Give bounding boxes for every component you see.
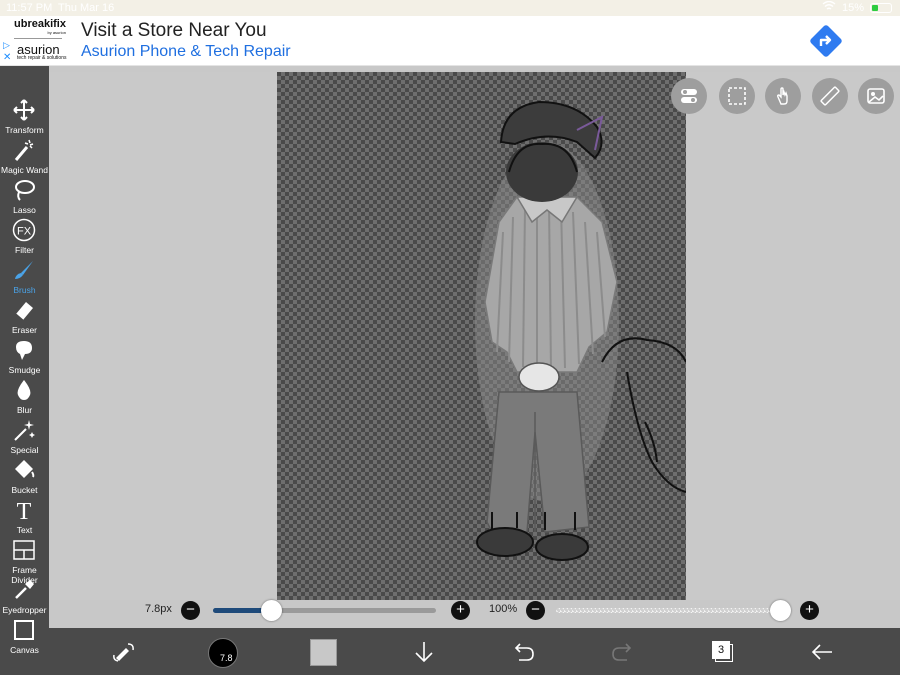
layer-settings-button[interactable] bbox=[671, 78, 707, 114]
character-artwork bbox=[475, 100, 686, 561]
tool-blur[interactable]: Blur bbox=[0, 376, 49, 416]
tool-label: Smudge bbox=[8, 365, 41, 375]
tool-label: Eraser bbox=[11, 325, 38, 335]
selection-button[interactable] bbox=[719, 78, 755, 114]
svg-text:T: T bbox=[17, 499, 32, 522]
ad-brand-divider bbox=[14, 38, 62, 39]
ad-close-icon[interactable]: ✕ bbox=[3, 52, 11, 63]
hand-tool-button[interactable] bbox=[765, 78, 801, 114]
download-arrow-icon[interactable] bbox=[410, 638, 438, 666]
eyedropper-icon bbox=[15, 580, 34, 599]
bucket-icon bbox=[15, 460, 35, 478]
tool-eyedropper[interactable]: Eyedropper bbox=[0, 576, 49, 616]
sparkle-wand-icon bbox=[14, 420, 35, 441]
tool-eraser[interactable]: Eraser bbox=[0, 296, 49, 336]
tool-smudge[interactable]: Smudge bbox=[0, 336, 49, 376]
opacity-slider-handle[interactable] bbox=[770, 600, 791, 621]
brush-eraser-swap-icon[interactable] bbox=[110, 638, 138, 666]
tool-filter[interactable]: FX Filter bbox=[0, 216, 49, 256]
ad-brand-logo: ubreakifix by asurion bbox=[14, 18, 66, 35]
smudge-icon bbox=[16, 341, 32, 360]
canvas-icon bbox=[14, 620, 34, 640]
hand-pointer-icon bbox=[776, 87, 788, 105]
ad-secondary-logo: asurion tech repair & solutions bbox=[17, 42, 67, 61]
brush-size-label: 7.8px bbox=[145, 603, 172, 615]
brush-preview-label: 7.8 bbox=[220, 653, 233, 663]
brush-icon bbox=[15, 261, 33, 279]
status-date: Thu Mar 16 bbox=[58, 2, 115, 14]
brush-size-decrease-button[interactable]: − bbox=[181, 601, 200, 620]
opacity-increase-button[interactable]: + bbox=[800, 601, 819, 620]
tool-special[interactable]: Special bbox=[0, 416, 49, 456]
tool-label: Blur bbox=[16, 405, 33, 415]
ad-choices-icon[interactable]: ▷ bbox=[3, 40, 10, 51]
battery-percent: 15% bbox=[841, 1, 864, 14]
text-icon: T bbox=[17, 499, 32, 522]
lasso-icon bbox=[15, 180, 35, 201]
tool-label: Filter bbox=[15, 245, 34, 255]
ad-subline[interactable]: Asurion Phone & Tech Repair bbox=[81, 43, 291, 61]
tool-label: Bucket bbox=[11, 485, 38, 495]
tool-transform[interactable]: Transform bbox=[0, 96, 49, 136]
frame-divider-icon bbox=[13, 540, 35, 560]
status-time: 11:57 PM bbox=[6, 2, 53, 14]
bottom-toolbar bbox=[49, 628, 900, 675]
tool-label: Transform bbox=[5, 125, 44, 135]
opacity-label: 100% bbox=[489, 603, 518, 615]
drop-icon bbox=[17, 380, 31, 400]
eraser-icon bbox=[15, 302, 33, 321]
material-button[interactable] bbox=[858, 78, 894, 114]
ruler-icon bbox=[820, 86, 840, 106]
tool-label: Canvas bbox=[10, 645, 39, 655]
brush-preview-button[interactable]: 7.8 bbox=[208, 638, 238, 668]
marquee-select-icon bbox=[728, 87, 746, 105]
tool-label: Eyedropper bbox=[2, 605, 47, 615]
ruler-button[interactable] bbox=[812, 78, 848, 114]
tool-label: Lasso bbox=[13, 205, 36, 215]
tool-label: Brush bbox=[13, 285, 36, 295]
tool-lasso[interactable]: Lasso bbox=[0, 176, 49, 216]
undo-icon[interactable] bbox=[509, 638, 537, 666]
wifi-icon bbox=[822, 0, 836, 14]
tool-bucket[interactable]: Bucket bbox=[0, 456, 49, 496]
redo-icon[interactable] bbox=[609, 638, 637, 666]
toggle-icon bbox=[681, 89, 697, 103]
tool-text[interactable]: T Text bbox=[0, 496, 49, 536]
tool-label: Text bbox=[16, 525, 33, 535]
directions-icon[interactable] bbox=[808, 23, 844, 59]
fx-icon: FX bbox=[12, 218, 36, 242]
brush-size-increase-button[interactable]: + bbox=[451, 601, 470, 620]
move-arrows-icon bbox=[13, 99, 35, 121]
battery-icon bbox=[870, 2, 892, 13]
color-swatch-button[interactable] bbox=[310, 639, 337, 666]
drawing-canvas[interactable] bbox=[277, 72, 686, 600]
opacity-slider[interactable] bbox=[556, 608, 782, 613]
tool-label: Special bbox=[10, 445, 39, 455]
ad-headline[interactable]: Visit a Store Near You bbox=[81, 20, 267, 42]
back-arrow-icon[interactable] bbox=[808, 638, 836, 666]
layers-button[interactable]: 3 bbox=[711, 640, 735, 664]
layers-count: 3 bbox=[712, 641, 730, 659]
tool-brush[interactable]: Brush bbox=[0, 256, 49, 296]
tool-magic-wand[interactable]: Magic Wand bbox=[0, 136, 49, 176]
svg-text:FX: FX bbox=[17, 226, 32, 238]
opacity-decrease-button[interactable]: − bbox=[526, 601, 545, 620]
tool-frame-divider[interactable]: Frame Divider bbox=[0, 536, 49, 585]
ad-banner[interactable]: ubreakifix by asurion ▷ ✕ asurion tech r… bbox=[0, 16, 900, 66]
tool-label: Magic Wand bbox=[1, 165, 48, 175]
tool-canvas[interactable]: Canvas bbox=[0, 616, 49, 656]
status-bar: 11:57 PM Thu Mar 16 15% bbox=[0, 0, 900, 16]
magic-wand-icon bbox=[14, 139, 34, 161]
brush-size-slider-handle[interactable] bbox=[261, 600, 282, 621]
image-icon bbox=[867, 88, 885, 104]
